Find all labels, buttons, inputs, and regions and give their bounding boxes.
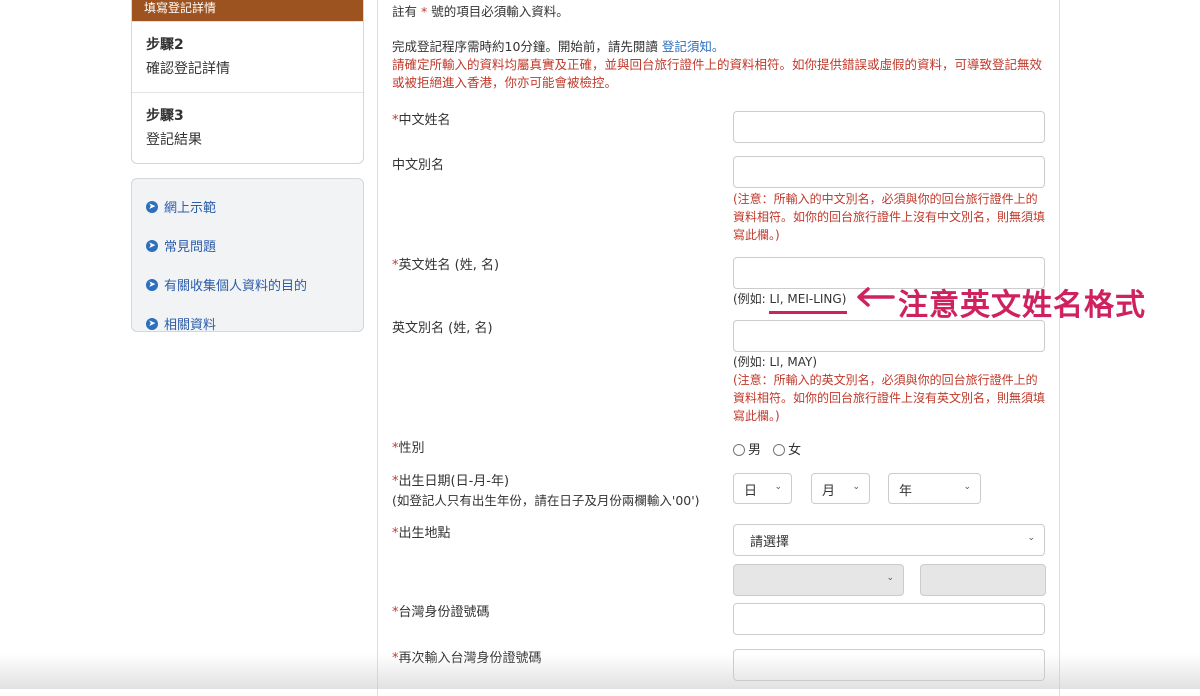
step-3-name: 登記結果 bbox=[146, 132, 202, 148]
help-links-panel: ➤ 網上示範 ➤ 常見問題 ➤ 有關收集個人資料的目的 ➤ 相關資料 bbox=[131, 178, 364, 333]
link-faq-label: 常見問題 bbox=[164, 240, 217, 255]
intro-period: 。 bbox=[711, 39, 725, 54]
chinese-name-input[interactable] bbox=[733, 111, 1045, 143]
english-name-label-text: 英文姓名 (姓, 名) bbox=[398, 258, 500, 273]
step-2-number: 步驟2 bbox=[146, 37, 184, 53]
english-alias-hint: (例如: LI, MAY) bbox=[733, 355, 818, 369]
gender-label: *性別 bbox=[392, 440, 425, 458]
birthplace-sub-select[interactable]: ⌄ bbox=[733, 564, 904, 596]
chevron-down-icon: ⌄ bbox=[774, 482, 782, 492]
arrow-circle-right-icon: ➤ bbox=[146, 278, 158, 291]
chinese-alias-label: 中文別名 bbox=[392, 158, 445, 173]
dob-day-value: 日 bbox=[744, 484, 758, 499]
step-2-name: 確認登記詳情 bbox=[146, 61, 230, 77]
link-faq[interactable]: ➤ 常見問題 bbox=[146, 226, 363, 265]
left-arrow-icon bbox=[857, 287, 895, 307]
dob-label-text: 出生日期(日-月-年) bbox=[398, 474, 510, 489]
gender-female-label: 女 bbox=[788, 443, 802, 458]
required-note: 註有 * 號的項目必須輸入資料。 bbox=[392, 3, 569, 21]
dob-year-value: 年 bbox=[899, 484, 913, 499]
active-step-label: 填寫登記詳情 bbox=[144, 1, 217, 15]
dob-day-select[interactable]: 日 ⌄ bbox=[733, 473, 792, 504]
required-star: * bbox=[421, 4, 428, 19]
radio-circle-icon bbox=[733, 444, 745, 456]
birthplace-select-value: 請選擇 bbox=[750, 535, 790, 550]
tw-id-input[interactable] bbox=[733, 603, 1045, 635]
gender-male-radio[interactable]: 男 bbox=[733, 443, 761, 458]
link-online-demo[interactable]: ➤ 網上示範 bbox=[146, 187, 363, 226]
gender-options: 男 女 bbox=[733, 442, 801, 460]
link-personal-data-label: 有關收集個人資料的目的 bbox=[164, 279, 308, 294]
gender-female-radio[interactable]: 女 bbox=[773, 443, 801, 458]
english-alias-input[interactable] bbox=[733, 320, 1045, 352]
birthplace-label: *出生地點 bbox=[392, 525, 451, 543]
dob-month-select[interactable]: 月 ⌄ bbox=[811, 473, 870, 504]
required-note-prefix: 註有 bbox=[392, 4, 418, 19]
english-alias-label: 英文別名 (姓, 名) bbox=[392, 321, 493, 336]
annotation-text: 注意英文姓名格式 bbox=[898, 288, 1146, 323]
chinese-alias-input[interactable] bbox=[733, 156, 1045, 188]
birthplace-other-input[interactable] bbox=[920, 564, 1046, 596]
tw-id-confirm-label: *再次輸入台灣身份證號碼 bbox=[392, 650, 542, 668]
dob-label: *出生日期(日-月-年) bbox=[392, 473, 509, 491]
link-related-info[interactable]: ➤ 相關資料 bbox=[146, 304, 363, 343]
annotation-underline bbox=[769, 311, 847, 314]
registration-notes-link[interactable]: 登記須知 bbox=[662, 39, 712, 54]
chevron-down-icon: ⌄ bbox=[963, 482, 971, 492]
intro-text-body: 完成登記程序需時約10分鐘。開始前，請先閱讀 bbox=[392, 39, 658, 54]
tw-id-label: *台灣身份證號碼 bbox=[392, 604, 490, 622]
tw-id-label-text: 台灣身份證號碼 bbox=[398, 605, 490, 620]
chinese-name-label: *中文姓名 bbox=[392, 112, 451, 130]
birthplace-select[interactable]: 請選擇 ⌄ bbox=[733, 524, 1045, 556]
gender-male-label: 男 bbox=[748, 443, 762, 458]
radio-circle-icon bbox=[773, 444, 786, 456]
tw-id-confirm-label-text: 再次輸入台灣身份證號碼 bbox=[398, 651, 542, 666]
dob-note: (如登記人只有出生年份，請在日子及月份兩欄輸入'00') bbox=[392, 493, 700, 508]
chinese-alias-note: (注意：所輸入的中文別名，必須與你的回台旅行證件上的資料相符。如你的回台旅行證件… bbox=[733, 192, 1046, 242]
english-name-label: *英文姓名 (姓, 名) bbox=[392, 257, 499, 275]
required-note-suffix: 號的項目必須輸入資料。 bbox=[431, 4, 569, 19]
dob-month-value: 月 bbox=[822, 484, 836, 499]
warning-text: 請確定所輸入的資料均屬真實及正確，並與回台旅行證件上的資料相符。如你提供錯誤或虛… bbox=[392, 57, 1043, 90]
arrow-circle-right-icon: ➤ bbox=[146, 317, 158, 330]
arrow-circle-right-icon: ➤ bbox=[146, 200, 158, 213]
step-3-number: 步驟3 bbox=[146, 108, 184, 124]
step-2: 步驟2 確認登記詳情 bbox=[132, 21, 363, 92]
link-personal-data[interactable]: ➤ 有關收集個人資料的目的 bbox=[146, 265, 363, 304]
active-step: 填寫登記詳情 bbox=[132, 0, 363, 21]
intro-text: 完成登記程序需時約10分鐘。開始前，請先閱讀 登記須知。 bbox=[392, 38, 724, 56]
step-panel: 填寫登記詳情 步驟2 確認登記詳情 步驟3 登記結果 bbox=[131, 0, 364, 164]
gender-label-text: 性別 bbox=[398, 441, 425, 456]
chevron-down-icon: ⌄ bbox=[852, 482, 860, 492]
chevron-down-icon: ⌄ bbox=[1027, 533, 1035, 543]
arrow-circle-right-icon: ➤ bbox=[146, 239, 158, 252]
chevron-down-icon: ⌄ bbox=[886, 573, 894, 583]
link-online-demo-label: 網上示範 bbox=[164, 201, 217, 216]
step-3: 步驟3 登記結果 bbox=[132, 92, 363, 163]
birthplace-label-text: 出生地點 bbox=[398, 526, 451, 541]
link-related-info-label: 相關資料 bbox=[164, 318, 217, 333]
dob-year-select[interactable]: 年 ⌄ bbox=[888, 473, 981, 504]
tw-id-confirm-input[interactable] bbox=[733, 649, 1045, 681]
english-alias-note: (注意：所輸入的英文別名，必須與你的回台旅行證件上的資料相符。如你的回台旅行證件… bbox=[733, 373, 1046, 423]
english-name-hint: (例如: LI, MEI-LING) bbox=[733, 292, 847, 306]
chinese-name-label-text: 中文姓名 bbox=[398, 113, 451, 128]
